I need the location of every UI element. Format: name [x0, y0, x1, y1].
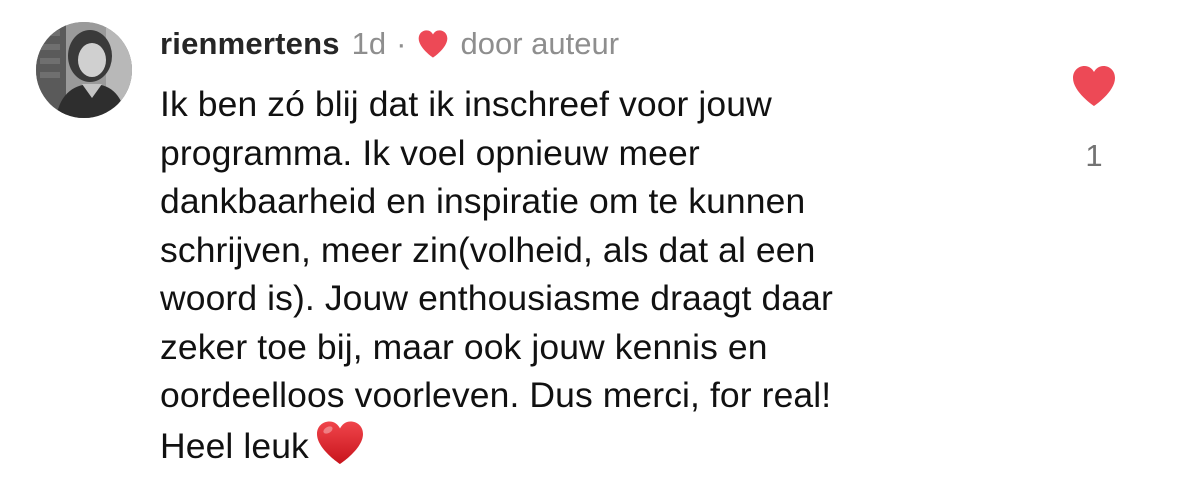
comment-text-line: dankbaarheid en inspiratie om te kunnen — [160, 181, 806, 221]
comment-text-line: programma. Ik voel opnieuw meer — [160, 132, 700, 173]
comment-text-line: woord is). Jouw enthousiasme draagt daar — [160, 278, 833, 318]
comment-text-line: Ik ben zó blij dat ik inschreef voor jou… — [160, 84, 772, 124]
comment-item: rienmertens 1d · door auteur Ik ben zó b… — [0, 0, 1179, 482]
comment-text-line-last: Heel leuk — [160, 420, 1020, 471]
liked-by-author-label: door auteur — [460, 26, 620, 61]
comment-text-line: zeker toe bij, maar ook jouw kennis en — [160, 326, 768, 367]
comment-text-line: schrijven, meer zin(volheid, als dat al … — [160, 229, 816, 270]
comment-text-fragment: Heel leuk — [160, 425, 309, 466]
like-heart-icon[interactable] — [1070, 64, 1118, 108]
red-heart-emoji-icon — [316, 421, 363, 464]
author-liked-heart-icon — [419, 30, 448, 58]
comment-text: Ik ben zó blij dat ik inschreef voor jou… — [160, 80, 1020, 470]
avatar[interactable] — [36, 22, 132, 118]
like-count[interactable]: 1 — [1078, 136, 1110, 176]
comment-text-line: oordeelloos voorleven. Dus merci, for re… — [160, 375, 832, 415]
comment-header: rienmertens 1d · door auteur — [160, 22, 619, 66]
separator-dot: · — [396, 26, 407, 61]
user-photo-icon — [36, 22, 132, 118]
username-link[interactable]: rienmertens — [160, 22, 340, 66]
comment-timestamp[interactable]: 1d — [352, 22, 386, 66]
